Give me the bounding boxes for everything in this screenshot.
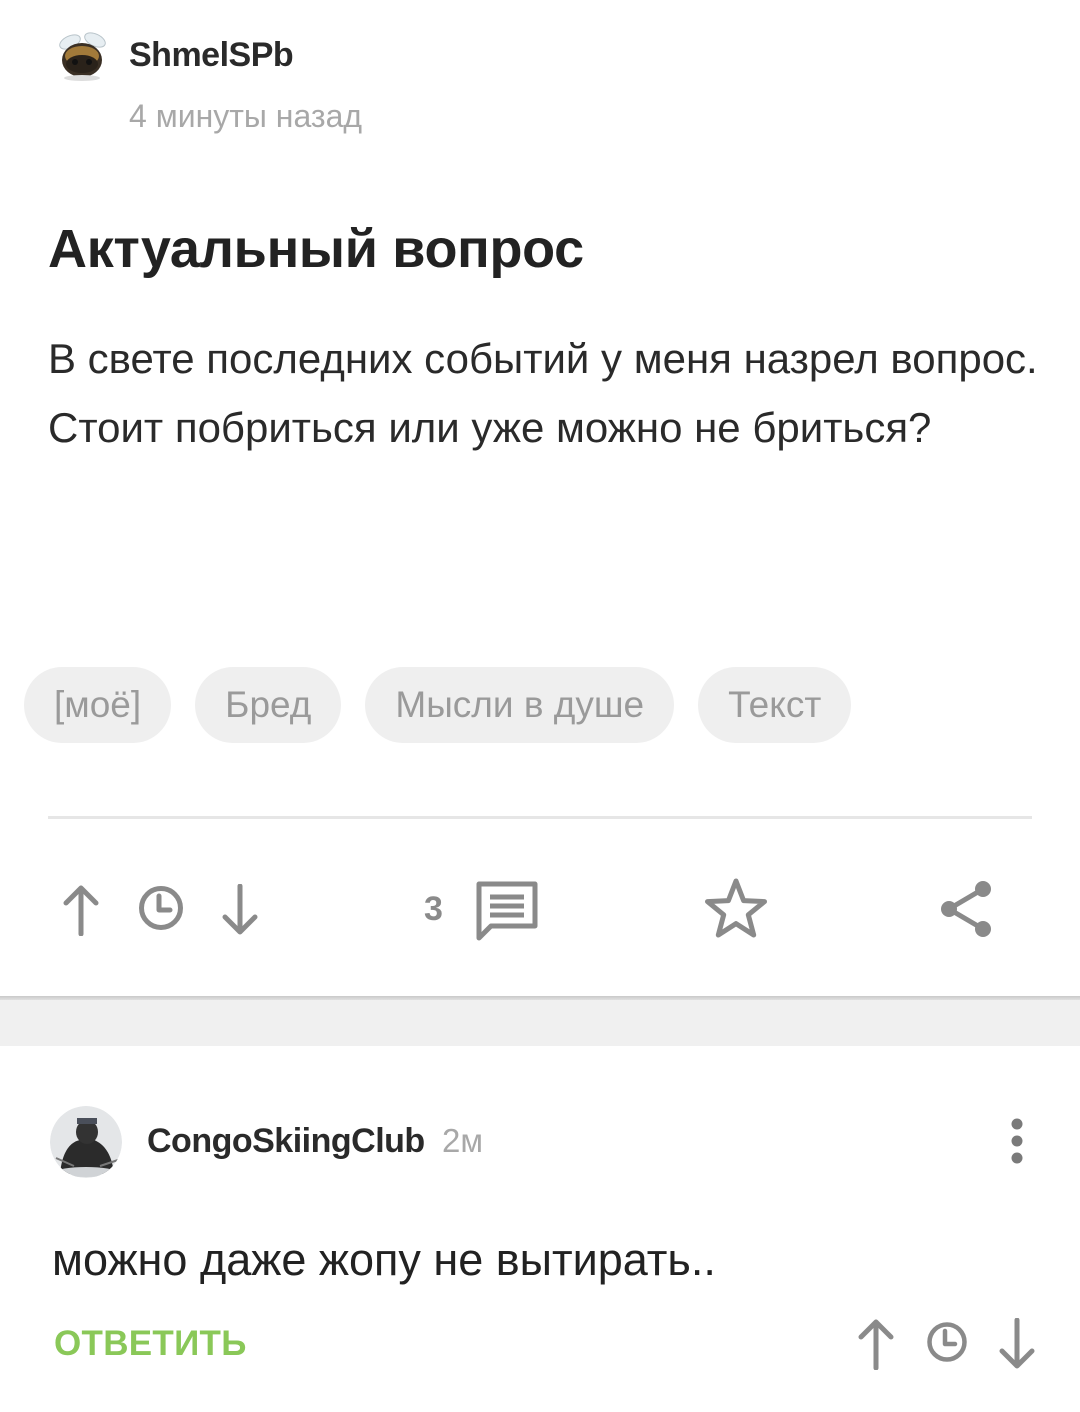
tag-chip[interactable]: Текст	[698, 667, 852, 743]
commenter-name[interactable]: CongoSkiingClub	[147, 1122, 425, 1161]
post-title[interactable]: Актуальный вопрос	[48, 218, 584, 280]
tag-chip[interactable]: Мысли в душе	[365, 667, 675, 743]
post-body-line: В свете последних событий у меня назрел …	[48, 335, 1038, 382]
post-timestamp: 4 минуты назад	[129, 98, 363, 134]
reply-button[interactable]: ОТВЕТИТЬ	[54, 1324, 247, 1364]
arrow-down-icon[interactable]	[219, 884, 261, 936]
comment-timestamp: 2м	[442, 1122, 484, 1159]
clock-icon[interactable]	[137, 884, 185, 932]
comments-count[interactable]: 3	[424, 890, 443, 929]
star-icon[interactable]	[703, 876, 769, 940]
tag-chip[interactable]: [моё]	[24, 667, 172, 743]
section-separator	[0, 1000, 1080, 1046]
comment-arrow-down-icon[interactable]	[997, 1318, 1037, 1370]
commenter-avatar[interactable]	[50, 1106, 122, 1178]
divider	[48, 816, 1032, 819]
arrow-up-icon[interactable]	[60, 884, 102, 936]
comment-text: можно даже жопу не вытирать..	[52, 1234, 716, 1285]
share-icon[interactable]	[936, 878, 996, 940]
more-vertical-icon[interactable]	[1006, 1116, 1028, 1166]
comment-clock-icon[interactable]	[925, 1320, 969, 1364]
tag-chip[interactable]: Бред	[195, 667, 342, 743]
comment-icon[interactable]	[475, 880, 539, 942]
tag-list: [моё] Бред Мысли в душе Текст	[24, 667, 852, 743]
post-card: ShmelSPb 4 минуты назад Актуальный вопро…	[0, 0, 1080, 998]
author-avatar[interactable]	[50, 22, 114, 86]
comment-arrow-up-icon[interactable]	[856, 1318, 896, 1370]
post-body: В свете последних событий у меня назрел …	[48, 324, 1048, 462]
post-body-line: Стоит побриться или уже можно не бриться…	[48, 404, 932, 451]
author-name[interactable]: ShmelSPb	[129, 36, 294, 75]
